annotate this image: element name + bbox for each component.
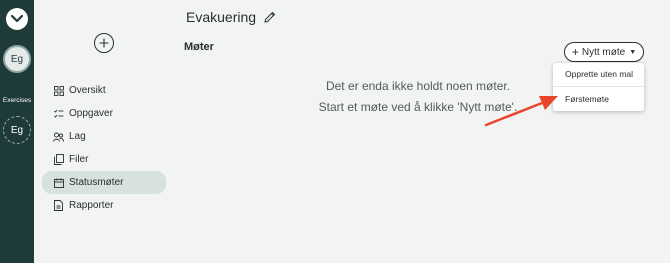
- new-meeting-button[interactable]: + Nytt møte ▼: [564, 42, 644, 62]
- sidebar-item-label: Oversikt: [69, 85, 106, 96]
- calendar-icon: [53, 177, 64, 188]
- workspace-caption: Exercises: [2, 97, 32, 104]
- sidebar-item-rapporter[interactable]: Rapporter: [42, 194, 166, 217]
- plus-circle-icon[interactable]: [94, 33, 114, 53]
- sidebar-nav: Oversikt Oppgaver Lag Filer Statusmøter …: [42, 79, 166, 217]
- new-meeting-dropdown: Opprette uten mal Førstemøte: [553, 63, 644, 111]
- sidebar-item-oversikt[interactable]: Oversikt: [42, 79, 166, 102]
- sidebar-item-lag[interactable]: Lag: [42, 125, 166, 148]
- sidebar-item-label: Lag: [69, 131, 86, 142]
- grid-icon: [53, 85, 64, 96]
- new-meeting-label: Nytt møte: [581, 46, 626, 58]
- pencil-icon[interactable]: [264, 11, 276, 23]
- sidebar-item-label: Rapporter: [69, 200, 114, 211]
- sidebar-item-label: Oppgaver: [69, 108, 113, 119]
- sidebar-item-filer[interactable]: Filer: [42, 148, 166, 171]
- page-title: Evakuering: [186, 9, 276, 25]
- dropdown-item-first-meeting[interactable]: Førstemøte: [553, 88, 644, 110]
- files-icon: [53, 154, 64, 165]
- app-rail: Eg Exercises Eg: [0, 0, 34, 263]
- sidebar-item-oppgaver[interactable]: Oppgaver: [42, 102, 166, 125]
- checklist-icon: [53, 108, 64, 119]
- team-icon: [53, 131, 64, 142]
- logo-chevron-icon[interactable]: [6, 8, 28, 30]
- workspace-avatar-active[interactable]: Eg: [3, 45, 31, 73]
- annotation-arrow-icon: [484, 96, 558, 127]
- sidebar-item-statusmoter[interactable]: Statusmøter: [42, 171, 166, 194]
- section-title: Møter: [184, 41, 214, 53]
- page-title-text: Evakuering: [186, 9, 257, 25]
- document-icon: [53, 200, 64, 211]
- dropdown-item-no-template[interactable]: Opprette uten mal: [553, 63, 644, 85]
- caret-down-icon: ▼: [629, 48, 637, 56]
- dropdown-divider: [553, 86, 644, 87]
- workspace-avatar[interactable]: Eg: [3, 116, 31, 144]
- plus-icon: +: [571, 45, 579, 59]
- sidebar-item-label: Filer: [69, 154, 89, 165]
- sidebar-item-label: Statusmøter: [69, 177, 124, 188]
